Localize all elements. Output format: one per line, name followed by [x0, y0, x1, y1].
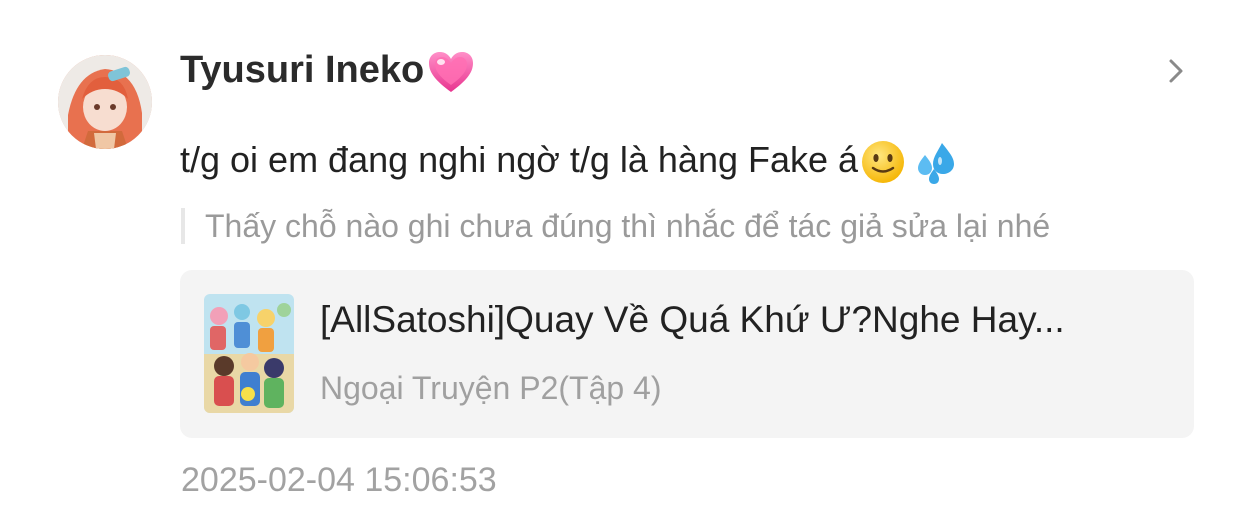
sparkling-heart-icon [429, 51, 474, 92]
quote-text: Thấy chỗ nào ghi chưa đúng thì nhắc để t… [205, 208, 1051, 244]
user-avatar[interactable] [58, 55, 152, 149]
story-cover-image [204, 294, 294, 413]
avatar-image [58, 55, 152, 149]
story-chapter: Ngoại Truyện P2(Tập 4) [320, 370, 662, 406]
chevron-right-icon[interactable] [1162, 56, 1190, 86]
slightly-smiling-face-icon [862, 141, 905, 184]
story-title: [AllSatoshi]Quay Về Quá Khứ Ư?Nghe Hay..… [320, 299, 1065, 340]
story-card[interactable]: [AllSatoshi]Quay Về Quá Khứ Ư?Nghe Hay..… [180, 270, 1194, 438]
quote-bar [181, 208, 185, 244]
comment-timestamp: 2025-02-04 15:06:53 [181, 461, 497, 499]
comment-body: t/g oi em đang nghi ngờ t/g là hàng Fake… [180, 139, 859, 180]
comment-text: t/g oi em đang nghi ngờ t/g là hàng Fake… [180, 132, 958, 188]
sweat-droplets-icon [918, 143, 955, 185]
username-text: Tyusuri Ineko [180, 49, 425, 91]
username[interactable]: Tyusuri Ineko [180, 42, 476, 98]
